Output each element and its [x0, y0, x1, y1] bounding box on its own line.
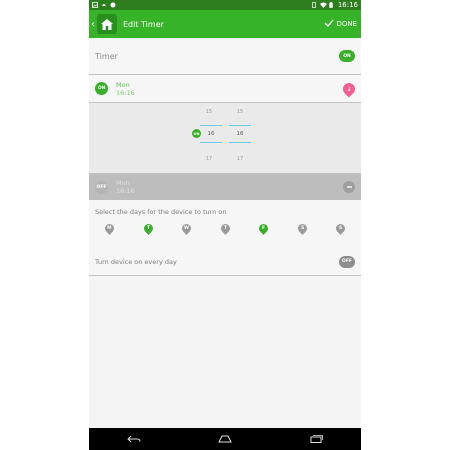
- timer-label: Timer: [95, 51, 118, 61]
- off-event-time: 16:16: [116, 187, 135, 195]
- minute-below[interactable]: 17: [228, 156, 252, 162]
- day-label: W: [184, 226, 189, 231]
- minute-value[interactable]: 16: [229, 125, 251, 143]
- on-badge-label: ON: [97, 86, 106, 91]
- timer-toggle-label: ON: [343, 53, 351, 59]
- on-event-day: Mon: [116, 80, 130, 89]
- home-nav-icon[interactable]: [218, 435, 232, 443]
- day-label: S: [338, 226, 343, 231]
- status-bar: 16:16: [89, 0, 361, 10]
- off-event-row[interactable]: OFF Mon 16:16: [89, 174, 361, 200]
- page-title: Edit Timer: [123, 19, 164, 29]
- day-label: T: [146, 226, 150, 232]
- back-nav-icon[interactable]: [127, 435, 141, 443]
- on-event-row[interactable]: ON Mon 16:16 ↓: [89, 75, 361, 103]
- off-event-day: Mon: [116, 179, 130, 187]
- wifi-icon: [319, 2, 327, 8]
- on-badge: ON: [95, 82, 108, 95]
- every-day-label: Turn device on every day: [95, 257, 177, 266]
- hour-below[interactable]: 17: [197, 156, 221, 162]
- every-day-row: Turn device on every day OFF: [89, 248, 361, 276]
- minute-above[interactable]: 15: [228, 109, 252, 115]
- timer-row: Timer ON: [89, 38, 361, 75]
- clock: 16:16: [337, 1, 358, 9]
- app-bar: ‹ Edit Timer DONE: [89, 10, 361, 38]
- day-saturday[interactable]: S: [295, 222, 309, 235]
- day-monday[interactable]: M: [103, 222, 116, 235]
- system-nav-bar: [89, 428, 361, 450]
- time-picker: 15 15 ON 16 16 17 17: [89, 103, 361, 174]
- day-label: T: [223, 226, 227, 232]
- image-notification-icon: [92, 2, 98, 8]
- checkmark-icon: [324, 19, 334, 29]
- hour-above[interactable]: 15: [197, 109, 221, 115]
- day-label: M: [107, 226, 112, 232]
- day-selector: M T W T F S S: [95, 216, 355, 235]
- home-logo-icon[interactable]: [97, 14, 117, 34]
- day-friday[interactable]: F: [257, 222, 270, 235]
- every-day-toggle[interactable]: OFF: [339, 255, 355, 268]
- battery-icon: [329, 2, 335, 8]
- remove-icon[interactable]: [343, 181, 355, 193]
- done-button[interactable]: DONE: [324, 19, 357, 29]
- recents-nav-icon[interactable]: [309, 435, 323, 443]
- day-tuesday[interactable]: T: [141, 222, 155, 235]
- days-section: Select the days for the device to turn o…: [89, 200, 361, 248]
- hour-value[interactable]: 16: [200, 125, 222, 143]
- off-badge: OFF: [95, 180, 108, 194]
- android-notification-icon: [101, 2, 107, 8]
- timer-toggle[interactable]: ON: [339, 50, 355, 62]
- on-event-time: 16:16: [116, 88, 135, 97]
- done-label: DONE: [336, 20, 357, 28]
- every-day-toggle-label: OFF: [342, 259, 352, 264]
- picker-on-badge-label: ON: [193, 131, 200, 136]
- day-label: F: [261, 226, 266, 232]
- day-label: S: [300, 226, 304, 231]
- off-badge-label: OFF: [96, 184, 107, 190]
- days-title: Select the days for the device to turn o…: [95, 208, 227, 216]
- phone-screen: 16:16 ‹ Edit Timer DONE Timer ON ON Mon …: [89, 0, 361, 450]
- day-sunday[interactable]: S: [334, 222, 347, 235]
- vibrate-icon: [311, 2, 317, 8]
- collapse-pin-icon[interactable]: ↓: [340, 80, 358, 97]
- day-thursday[interactable]: T: [218, 222, 232, 235]
- download-notification-icon: [110, 2, 116, 8]
- day-wednesday[interactable]: W: [180, 222, 193, 235]
